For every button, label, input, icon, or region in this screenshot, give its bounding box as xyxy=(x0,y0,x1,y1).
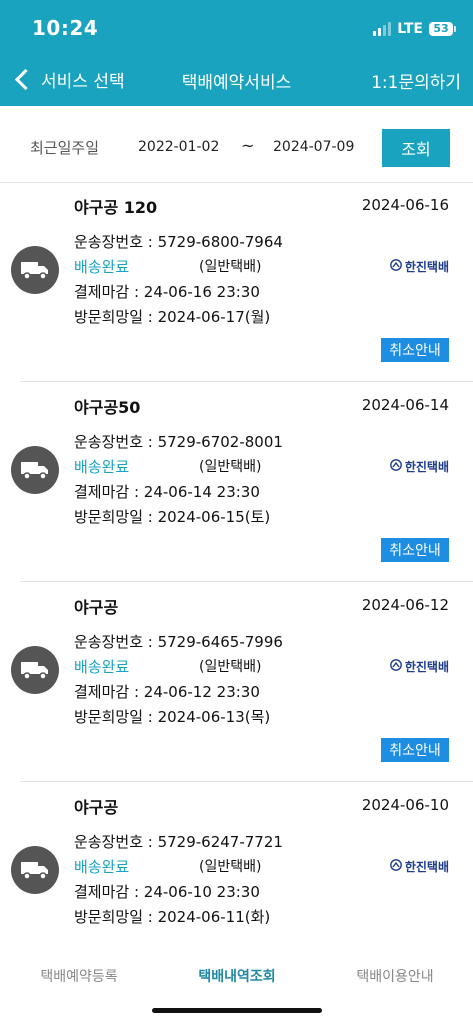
cancel-info-button[interactable]: 취소안내 xyxy=(381,538,449,562)
start-date-field[interactable]: 2022-01-02 xyxy=(138,139,219,155)
back-button[interactable]: 서비스 선택 xyxy=(12,64,125,94)
divider xyxy=(20,381,473,382)
carrier-logo: 한진택배 xyxy=(389,258,449,275)
carrier-name: 한진택배 xyxy=(404,660,449,674)
service-type: (일반택배) xyxy=(199,459,262,475)
order-card[interactable]: 야구공 2024-06-12 운송장번호 : 5729-6465-7996 배송완료 (… xyxy=(0,584,473,782)
date-separator: ~ xyxy=(241,136,255,155)
page-title: 택배예약서비스 xyxy=(181,73,292,93)
app-header: 10:24 LTE 53 서비스 선택 택배예약서비스 1:1문의하기 xyxy=(0,0,473,106)
service-type: (일반택배) xyxy=(199,259,262,275)
hanjin-logo-icon xyxy=(389,659,402,674)
search-button[interactable]: 조회 xyxy=(382,129,450,167)
delivery-status: 배송완료 xyxy=(74,458,130,476)
divider xyxy=(20,581,473,582)
product-name: 야구공 xyxy=(74,598,119,617)
tracking-number: 운송장번호 : 5729-6702-8001 xyxy=(74,433,283,451)
tab-booking[interactable]: 택배예약등록 xyxy=(0,966,158,986)
product-name: 야구공 xyxy=(74,798,119,817)
network-label: LTE xyxy=(397,21,423,37)
divider xyxy=(20,781,473,782)
delivery-status: 배송완료 xyxy=(74,858,130,876)
order-card[interactable]: 야구공 120 2024-06-16 운송장번호 : 5729-6800-7964 배… xyxy=(0,184,473,382)
service-type: (일반택배) xyxy=(199,659,262,675)
carrier-logo: 한진택배 xyxy=(389,458,449,475)
signal-icon xyxy=(373,22,392,36)
tracking-number: 운송장번호 : 5729-6465-7996 xyxy=(74,633,283,651)
carrier-name: 한진택배 xyxy=(404,260,449,274)
carrier-logo: 한진택배 xyxy=(389,858,449,875)
cancel-info-button[interactable]: 취소안내 xyxy=(381,738,449,762)
payment-deadline: 결제마감 : 24-06-12 23:30 xyxy=(74,683,260,701)
end-date-field[interactable]: 2024-07-09 xyxy=(273,139,354,155)
hanjin-logo-icon xyxy=(389,859,402,874)
battery-icon: 53 xyxy=(429,22,456,36)
order-date: 2024-06-14 xyxy=(361,396,449,414)
payment-deadline: 결제마감 : 24-06-10 23:30 xyxy=(74,883,260,901)
tracking-number: 운송장번호 : 5729-6247-7721 xyxy=(74,833,283,851)
visit-date: 방문희망일 : 2024-06-13(목) xyxy=(74,708,271,726)
payment-deadline: 결제마감 : 24-06-16 23:30 xyxy=(74,283,260,301)
carrier-name: 한진택배 xyxy=(404,860,449,874)
payment-deadline: 결제마감 : 24-06-14 23:30 xyxy=(74,483,260,501)
truck-icon xyxy=(11,446,59,494)
date-filter: 최근일주일 2022-01-02 ~ 2024-07-09 조회 xyxy=(0,106,473,183)
delivery-status: 배송완료 xyxy=(74,258,130,276)
carrier-name: 한진택배 xyxy=(404,460,449,474)
service-type: (일반택배) xyxy=(199,859,262,875)
truck-icon xyxy=(11,646,59,694)
inquiry-link[interactable]: 1:1문의하기 xyxy=(371,68,461,93)
product-name: 야구공 120 xyxy=(74,198,158,217)
tracking-number: 운송장번호 : 5729-6800-7964 xyxy=(74,233,283,251)
chevron-left-icon xyxy=(14,68,37,90)
status-time: 10:24 xyxy=(32,16,99,40)
home-indicator xyxy=(152,1008,322,1013)
cancel-info-button[interactable]: 취소안내 xyxy=(381,338,449,362)
order-date: 2024-06-10 xyxy=(361,796,449,814)
delivery-status: 배송완료 xyxy=(74,658,130,676)
product-name: 야구공50 xyxy=(74,398,141,417)
visit-date: 방문희망일 : 2024-06-11(화) xyxy=(74,908,271,926)
truck-icon xyxy=(11,846,59,894)
tab-guide[interactable]: 택배이용안내 xyxy=(316,966,473,986)
hanjin-logo-icon xyxy=(389,459,402,474)
order-date: 2024-06-16 xyxy=(361,196,449,214)
visit-date: 방문희망일 : 2024-06-15(토) xyxy=(74,508,271,526)
hanjin-logo-icon xyxy=(389,259,402,274)
status-indicators: LTE 53 xyxy=(373,19,456,39)
period-label[interactable]: 최근일주일 xyxy=(30,137,99,158)
visit-date: 방문희망일 : 2024-06-17(월) xyxy=(74,308,271,326)
bottom-tab-bar: 택배예약등록 택배내역조회 택배이용안내 xyxy=(0,946,473,1024)
order-card[interactable]: 야구공50 2024-06-14 운송장번호 : 5729-6702-8001 배송완… xyxy=(0,384,473,582)
back-label: 서비스 선택 xyxy=(41,71,125,92)
carrier-logo: 한진택배 xyxy=(389,658,449,675)
truck-icon xyxy=(11,246,59,294)
order-date: 2024-06-12 xyxy=(361,596,449,614)
tab-history[interactable]: 택배내역조회 xyxy=(158,966,316,986)
